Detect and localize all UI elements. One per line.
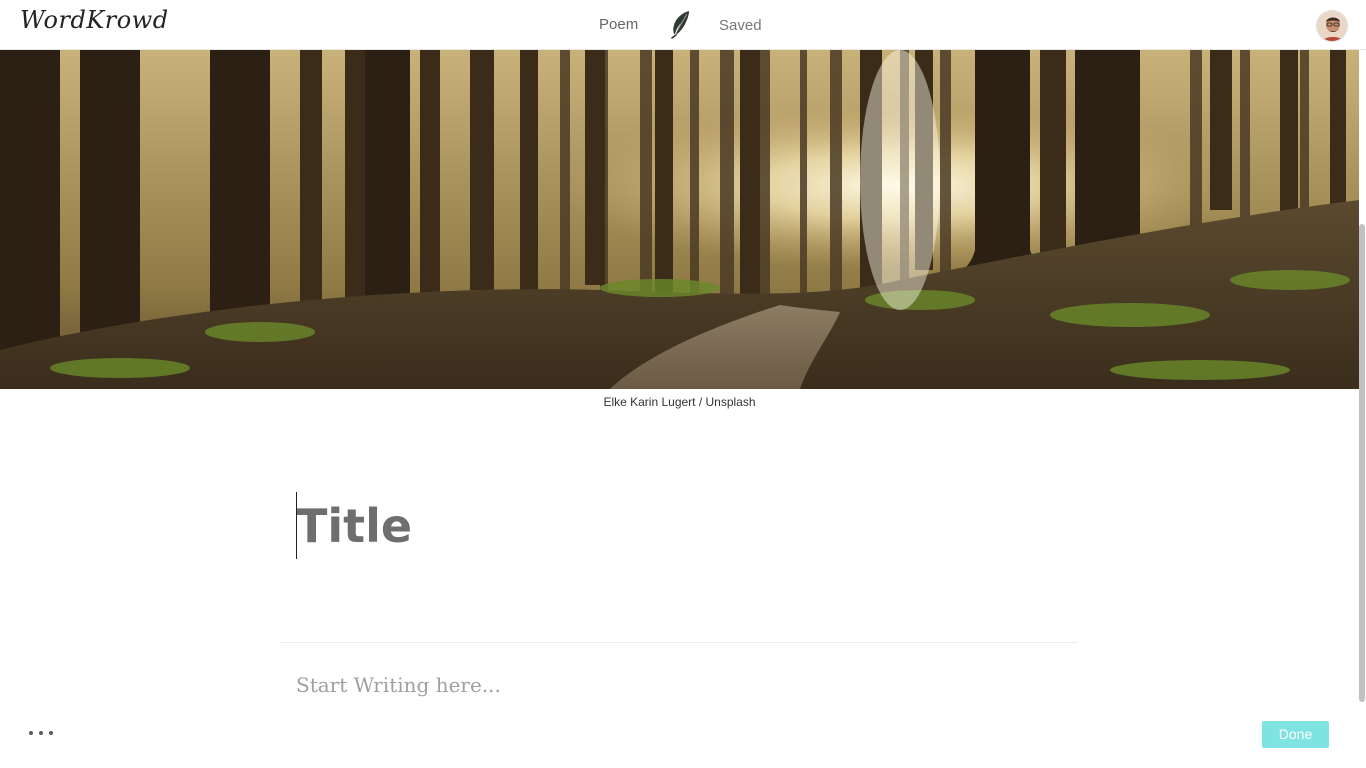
done-button[interactable]: Done [1262, 721, 1329, 748]
section-divider [280, 642, 1078, 643]
text-caret [296, 492, 297, 559]
save-status: Saved [719, 17, 762, 34]
top-bar: WordKrowd Poem Saved [0, 0, 1366, 50]
cover-image-caption: Elke Karin Lugert / Unsplash [603, 395, 756, 409]
scrollbar-thumb[interactable] [1359, 224, 1365, 702]
more-horizontal-icon[interactable] [27, 724, 59, 742]
app-logo[interactable]: WordKrowd [20, 6, 169, 34]
nav-poem-link[interactable]: Poem [599, 16, 638, 33]
user-avatar[interactable] [1316, 10, 1348, 42]
title-input[interactable]: Title [296, 494, 412, 558]
quill-icon[interactable] [668, 9, 692, 39]
body-input[interactable]: Start Writing here... [296, 673, 501, 697]
cover-image[interactable] [0, 50, 1359, 389]
